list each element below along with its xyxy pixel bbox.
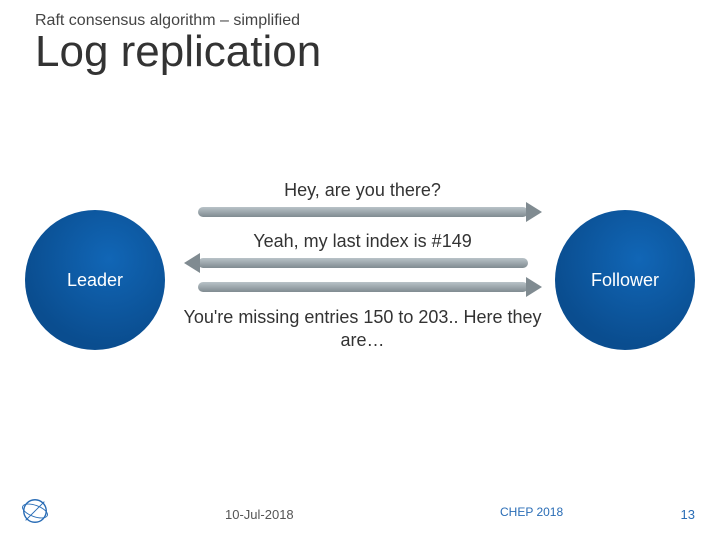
follower-node-label: Follower [591,270,659,291]
cern-logo-icon [20,496,50,526]
arrow-right-icon [198,282,528,292]
slide: Raft consensus algorithm – simplified Lo… [0,0,720,540]
arrow-left-icon [198,258,528,268]
page-number: 13 [681,507,695,522]
follower-node: Follower [555,210,695,350]
page-title: Log replication [35,30,321,74]
footer: 10-Jul-2018 CHEP 2018 13 [0,500,720,530]
message-3: You're missing entries 150 to 203.. Here… [180,282,545,351]
message-1-text: Hey, are you there? [180,180,545,201]
leader-node: Leader [25,210,165,350]
message-2: Yeah, my last index is #149 [180,231,545,268]
messages-block: Hey, are you there? Yeah, my last index … [180,180,545,351]
arrow-right-icon [198,207,528,217]
message-1: Hey, are you there? [180,180,545,217]
message-3-text: You're missing entries 150 to 203.. Here… [180,306,545,351]
footer-conference: CHEP 2018 [500,505,563,519]
message-2-text: Yeah, my last index is #149 [180,231,545,252]
footer-date: 10-Jul-2018 [225,507,294,522]
leader-node-label: Leader [67,270,123,291]
